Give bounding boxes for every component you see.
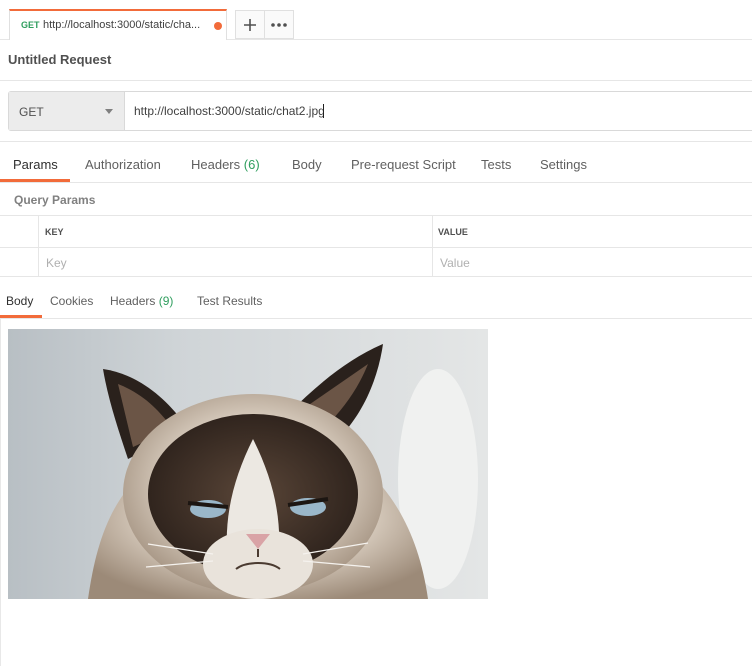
unsaved-dot-icon [214, 22, 222, 30]
row-divider [0, 247, 752, 248]
cat-photo [8, 329, 488, 599]
tab-settings[interactable]: Settings [540, 157, 587, 172]
divider [0, 182, 752, 183]
tab-label: Tests [481, 157, 512, 172]
query-params-title: Query Params [14, 193, 96, 207]
tab-label: Params [13, 157, 58, 172]
url-bar: GET http://localhost:3000/static/chat2.j… [8, 91, 752, 131]
divider [0, 80, 752, 81]
divider [0, 318, 1, 666]
tab-authorization[interactable]: Authorization [85, 157, 161, 172]
value-input[interactable]: Value [440, 256, 470, 270]
new-tab-button[interactable] [235, 10, 265, 39]
divider [0, 141, 752, 142]
more-tabs-button[interactable] [264, 10, 294, 39]
text-cursor [322, 104, 324, 118]
tab-label: Authorization [85, 157, 161, 172]
tab-headers[interactable]: Headers (6) [191, 157, 260, 172]
tab-label: Headers [110, 294, 156, 308]
divider [0, 318, 752, 319]
tab-body[interactable]: Body [292, 157, 322, 172]
column-header-key: KEY [45, 227, 64, 237]
plus-icon [244, 18, 256, 31]
url-input[interactable]: http://localhost:3000/static/chat2.jpg [134, 104, 325, 118]
response-tab-body[interactable]: Body [6, 294, 33, 308]
method-select[interactable]: GET [9, 92, 125, 130]
tab-pre-request-script[interactable]: Pre-request Script [351, 157, 456, 172]
tab-label: Headers [191, 157, 241, 172]
request-name[interactable]: Untitled Request [8, 52, 111, 67]
query-params-table: KEY VALUE Key Value [0, 215, 752, 277]
tab-label: Settings [540, 157, 587, 172]
tab-params[interactable]: Params [13, 157, 58, 172]
chevron-down-icon [105, 109, 113, 114]
tab-label: Body [6, 294, 34, 308]
key-input[interactable]: Key [46, 256, 67, 270]
tab-tests[interactable]: Tests [481, 157, 511, 172]
tab-label: Cookies [50, 294, 94, 308]
tab-label: Body [292, 157, 322, 172]
request-tab-method: GET [21, 20, 40, 30]
response-tab-test-results[interactable]: Test Results [197, 294, 262, 308]
column-header-value: VALUE [438, 227, 468, 237]
request-tab[interactable]: GET http://localhost:3000/static/cha... [9, 9, 227, 40]
response-tab-cookies[interactable]: Cookies [50, 294, 93, 308]
url-input-value: http://localhost:3000/static/chat2.jpg [134, 104, 325, 118]
request-tab-url: http://localhost:3000/static/cha... [43, 19, 201, 31]
tab-label: Test Results [197, 294, 263, 308]
tab-count: (9) [158, 294, 174, 308]
request-tabs: Params Authorization Headers (6) Body Pr… [0, 148, 752, 182]
response-tab-headers[interactable]: Headers (9) [110, 294, 173, 308]
method-select-value: GET [19, 105, 44, 119]
tab-label: Pre-request Script [351, 157, 456, 172]
tab-count: (6) [243, 157, 260, 172]
response-image [8, 329, 488, 599]
ellipsis-icon [271, 22, 287, 27]
tab-strip: GET http://localhost:3000/static/cha... [0, 0, 752, 40]
